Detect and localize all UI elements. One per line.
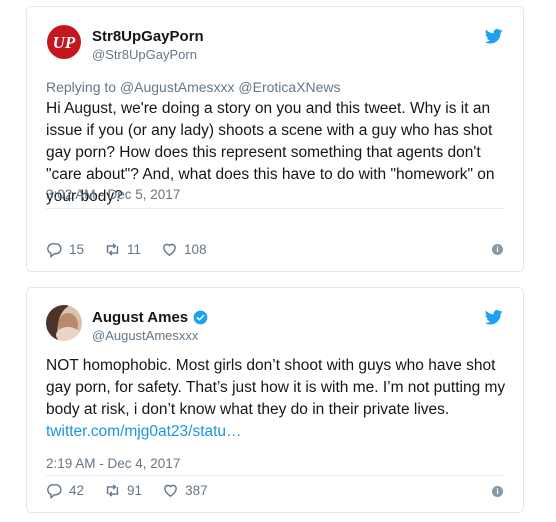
display-name-text[interactable]: August Ames (92, 309, 188, 326)
reply-icon (47, 243, 62, 258)
display-name-text[interactable]: Str8UpGayPorn (92, 28, 204, 45)
verified-badge-icon (193, 310, 208, 325)
tweet-actions: 15 11 108 (46, 241, 227, 258)
display-name[interactable]: August Ames (92, 309, 208, 326)
tweet-card[interactable]: August Ames @AugustAmesxxx NOT homophobi… (26, 287, 524, 513)
replying-to-mentions[interactable]: @AugustAmesxxx @EroticaXNews (120, 79, 341, 95)
info-icon[interactable]: i (492, 244, 503, 255)
retweet-count: 11 (127, 242, 142, 257)
twitter-bird-icon[interactable] (485, 29, 503, 44)
tweet-body: NOT homophobic. Most girls don’t shoot w… (46, 357, 506, 418)
user-handle[interactable]: @Str8UpGayPorn (92, 47, 197, 62)
like-button[interactable]: 387 (162, 482, 208, 499)
tweet-card[interactable]: UP Str8UpGayPorn @Str8UpGayPorn Replying… (26, 6, 524, 272)
like-button[interactable]: 108 (161, 241, 207, 258)
reply-count: 42 (69, 483, 85, 498)
info-icon[interactable]: i (492, 486, 503, 497)
like-icon (164, 484, 177, 498)
retweet-button[interactable]: 11 (104, 241, 141, 258)
tweet-actions: 42 91 387 (46, 482, 228, 499)
retweet-icon (106, 243, 119, 256)
replying-to: Replying to @AugustAmesxxx @EroticaXNews (46, 79, 341, 95)
reply-count: 15 (69, 242, 85, 257)
avatar[interactable] (46, 305, 82, 341)
like-count: 387 (185, 483, 208, 498)
tweet-timestamp[interactable]: 2:19 AM - Dec 4, 2017 (46, 456, 180, 471)
user-handle[interactable]: @AugustAmesxxx (92, 328, 198, 343)
replying-to-label: Replying to (46, 79, 117, 95)
avatar-logo-text: UP (53, 33, 76, 52)
reply-button[interactable]: 42 (46, 482, 84, 499)
like-count: 108 (184, 242, 207, 257)
divider (46, 208, 504, 209)
tweet-timestamp[interactable]: 3:02 AM - Dec 5, 2017 (46, 187, 180, 202)
reply-icon (47, 484, 62, 499)
twitter-bird-icon[interactable] (485, 310, 503, 325)
like-icon (163, 243, 176, 257)
retweet-button[interactable]: 91 (104, 482, 142, 499)
tweet-link[interactable]: twitter.com/mjg0at23/statu… (46, 423, 242, 440)
avatar[interactable]: UP (46, 24, 82, 60)
divider (46, 475, 504, 476)
display-name[interactable]: Str8UpGayPorn (92, 28, 204, 45)
reply-button[interactable]: 15 (46, 241, 84, 258)
retweet-count: 91 (127, 483, 143, 498)
tweet-text: NOT homophobic. Most girls don’t shoot w… (46, 355, 508, 443)
retweet-icon (106, 484, 119, 497)
